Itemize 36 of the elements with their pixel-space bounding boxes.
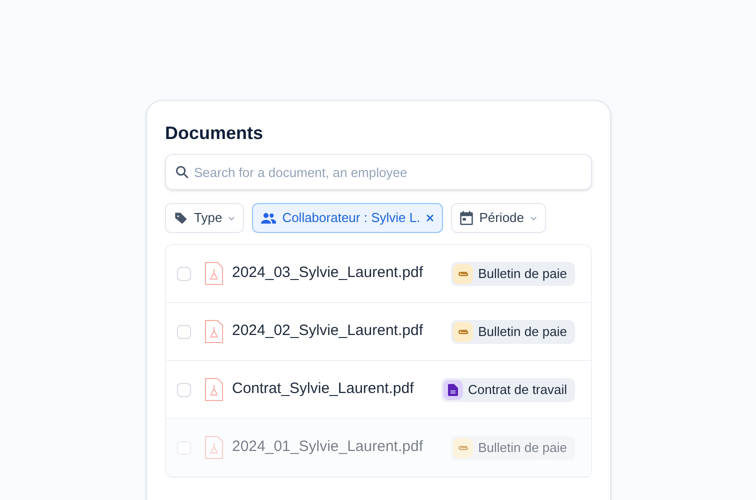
document-row[interactable]: 2024_01_Sylvie_Laurent.pdf Bulletin de paie <box>166 419 591 477</box>
document-type-tag: Bulletin de paie <box>451 436 575 460</box>
paperclip-icon <box>453 264 474 284</box>
pdf-file-icon <box>204 319 224 344</box>
paperclip-icon <box>453 438 474 458</box>
row-checkbox[interactable] <box>177 382 191 396</box>
calendar-icon <box>460 211 474 225</box>
file-name: 2024_01_Sylvie_Laurent.pdf <box>232 437 423 458</box>
pdf-file-icon <box>204 377 224 402</box>
file-name: Contrat_Sylvie_Laurent.pdf <box>232 379 414 400</box>
document-type-tag: Contrat de travail <box>441 378 575 402</box>
pdf-file-icon <box>204 261 224 286</box>
row-checkbox[interactable] <box>177 324 191 338</box>
search-icon <box>175 165 189 179</box>
pdf-file-icon <box>204 435 224 460</box>
people-icon <box>261 212 276 224</box>
filter-button[interactable]: Période <box>451 203 546 233</box>
document-row[interactable]: 2024_03_Sylvie_Laurent.pdf Bulletin de paie <box>166 245 591 303</box>
paperclip-icon <box>453 322 474 342</box>
filter-button[interactable]: Collaborateur : Sylvie L. <box>252 203 444 233</box>
search-field[interactable]: Search for a document, an employee <box>165 154 592 190</box>
document-row[interactable]: Contrat_Sylvie_Laurent.pdf Contrat de travail <box>166 361 591 419</box>
file-name: 2024_03_Sylvie_Laurent.pdf <box>232 263 423 284</box>
document-type-tag: Bulletin de paie <box>451 262 575 286</box>
card-title: Documents <box>165 122 264 145</box>
document-type-tag: Bulletin de paie <box>451 320 575 344</box>
chevron-down-icon <box>530 216 538 220</box>
document-icon <box>443 380 463 400</box>
chevron-down-icon <box>228 216 236 220</box>
row-checkbox[interactable] <box>177 266 191 280</box>
tag-icon <box>174 211 188 225</box>
row-checkbox[interactable] <box>177 440 191 454</box>
filter-button[interactable]: Type <box>165 203 244 233</box>
file-name: 2024_02_Sylvie_Laurent.pdf <box>232 321 423 342</box>
close-icon[interactable] <box>426 214 434 222</box>
document-row[interactable]: 2024_02_Sylvie_Laurent.pdf Bulletin de paie <box>166 303 591 361</box>
